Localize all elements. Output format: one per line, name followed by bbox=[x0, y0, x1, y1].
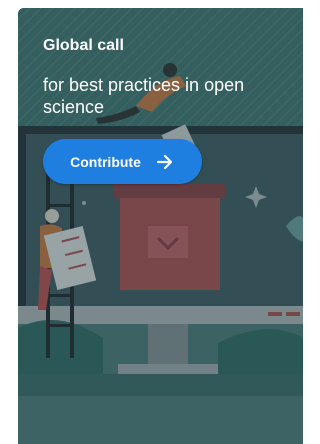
promo-card[interactable]: Global call for best practices in open s… bbox=[18, 8, 303, 444]
contribute-button-label: Contribute bbox=[70, 153, 141, 170]
contribute-button[interactable]: Contribute bbox=[43, 139, 202, 184]
card-title: Global call bbox=[43, 37, 124, 54]
arrow-right-icon bbox=[155, 152, 175, 172]
card-subtitle: for best practices in open science bbox=[43, 75, 245, 117]
